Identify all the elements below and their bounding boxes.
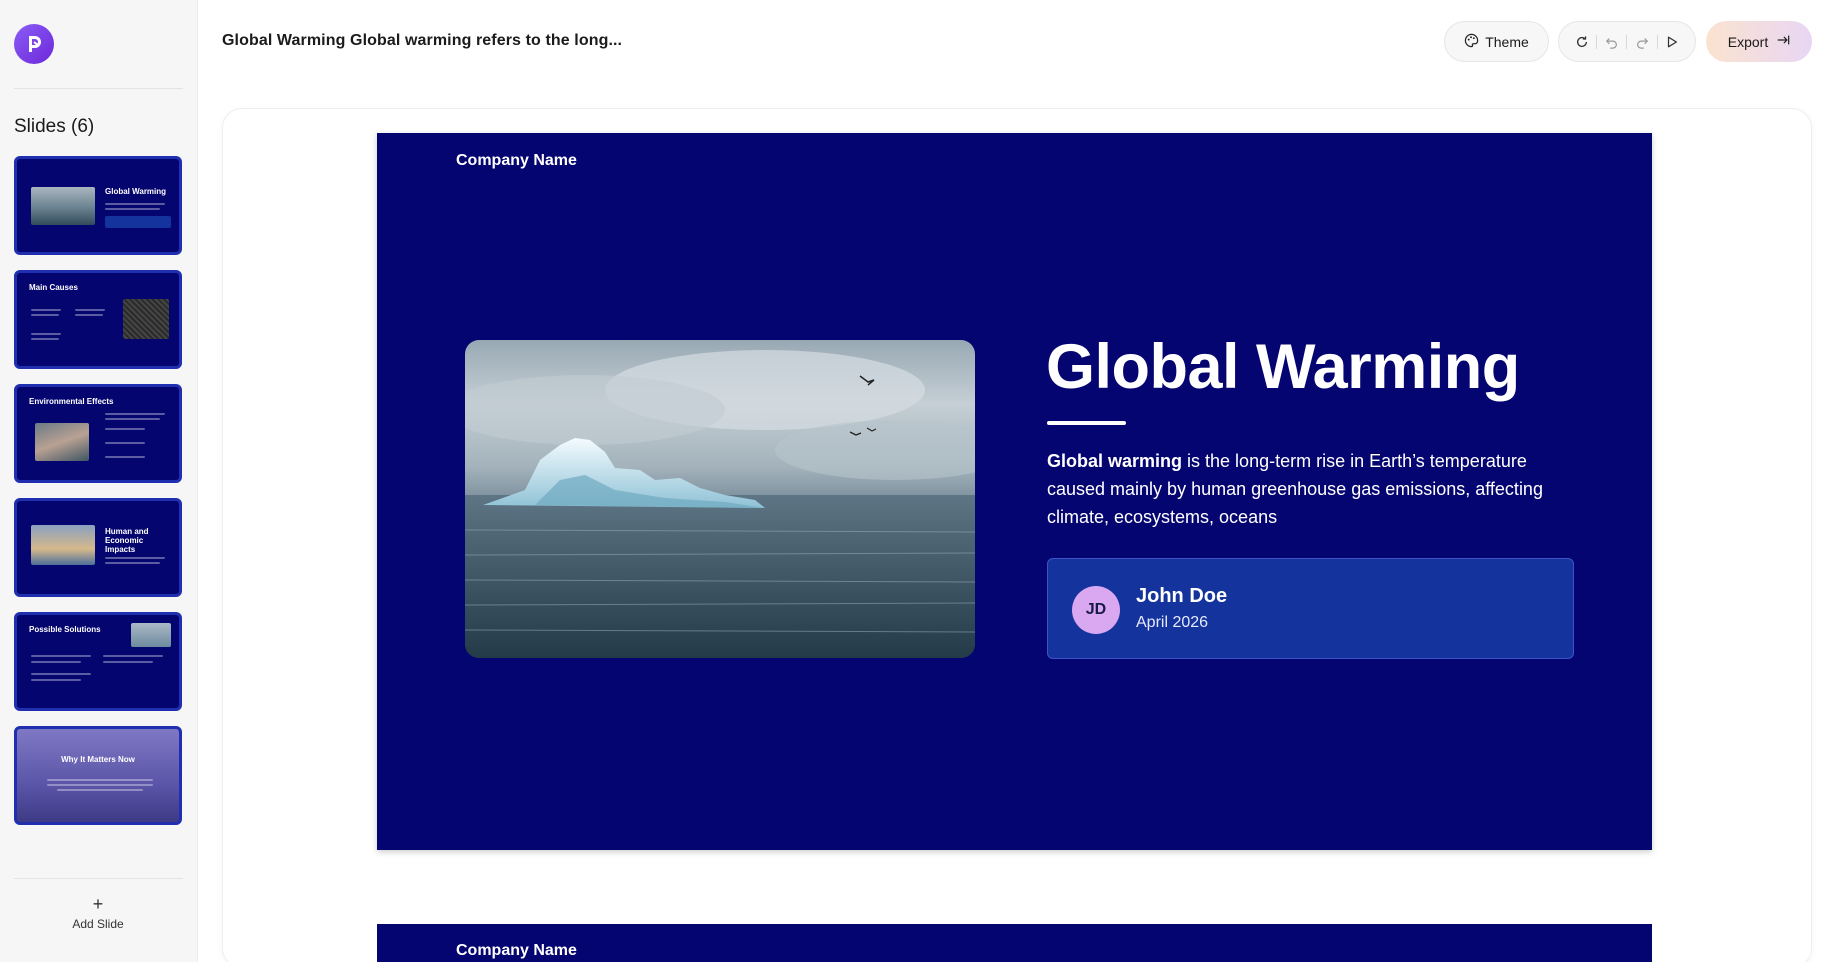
author-card[interactable]: JD John Doe April 2026 <box>1047 558 1574 659</box>
toolbar-separator <box>1596 34 1598 49</box>
slide-thumbnail-4[interactable]: Human and Economic Impacts <box>14 498 182 597</box>
thumbnail-image <box>31 525 95 565</box>
export-button[interactable]: Export <box>1706 21 1812 62</box>
add-slide-label: Add Slide <box>72 917 124 931</box>
thumbnail-title: Human and Economic Impacts <box>105 527 149 554</box>
sidebar: Slides (6) Global Warming Main Causes En… <box>0 0 198 962</box>
slide-thumbnail-5[interactable]: Possible Solutions <box>14 612 182 711</box>
slide-description[interactable]: Global warming is the long-term rise in … <box>1047 447 1567 531</box>
company-name[interactable]: Company Name <box>456 942 577 960</box>
thumbnail-card <box>105 216 171 228</box>
slide-1[interactable]: Company Name Global Warming Global warmi… <box>377 133 1652 850</box>
slide-thumbnail-2[interactable]: Main Causes <box>14 270 182 369</box>
thumbnail-image <box>31 187 95 225</box>
slides-heading: Slides (6) <box>14 116 95 137</box>
avatar: JD <box>1072 586 1120 634</box>
title-underline <box>1047 421 1126 425</box>
slide-title[interactable]: Global Warming <box>1046 331 1520 403</box>
thumbnail-image <box>123 299 169 339</box>
refresh-icon[interactable] <box>1571 31 1593 53</box>
export-label: Export <box>1727 33 1769 50</box>
add-slide-button[interactable]: + Add Slide <box>14 895 182 931</box>
description-bold: Global warming <box>1047 451 1183 471</box>
brand-logo-icon[interactable] <box>14 24 54 64</box>
thumbnail-title: Environmental Effects <box>29 397 114 406</box>
sidebar-divider <box>14 88 183 89</box>
slide-thumbnail-3[interactable]: Environmental Effects <box>14 384 182 483</box>
thumbnail-title: Possible Solutions <box>29 625 101 634</box>
slide-thumbnail-1[interactable]: Global Warming <box>14 156 182 255</box>
plus-icon: + <box>92 894 104 914</box>
thumbnail-image <box>35 423 89 461</box>
slide-thumbnail-6[interactable]: Why It Matters Now <box>14 726 182 825</box>
toolbar-separator <box>1626 34 1628 49</box>
thumbnail-title: Main Causes <box>29 283 78 292</box>
history-toolbar <box>1558 21 1696 62</box>
palette-icon <box>1464 33 1479 51</box>
redo-icon[interactable] <box>1631 31 1653 53</box>
thumbnail-title: Global Warming <box>105 187 167 196</box>
toolbar-separator <box>1656 34 1658 49</box>
theme-label: Theme <box>1485 33 1529 50</box>
sidebar-divider <box>14 878 183 879</box>
slide-image[interactable] <box>465 340 975 658</box>
document-title[interactable]: Global Warming Global warming refers to … <box>222 32 622 50</box>
iceberg-illustration <box>465 350 975 658</box>
export-arrow-icon <box>1776 33 1790 50</box>
company-name[interactable]: Company Name <box>456 152 577 170</box>
author-name[interactable]: John Doe <box>1136 585 1227 608</box>
thumbnail-title: Why It Matters Now <box>61 755 135 764</box>
slide-2[interactable]: Company Name <box>377 924 1652 962</box>
undo-icon[interactable] <box>1601 31 1623 53</box>
thumbnail-image <box>131 623 171 647</box>
play-icon[interactable] <box>1661 31 1683 53</box>
author-date[interactable]: April 2026 <box>1136 614 1208 632</box>
theme-button[interactable]: Theme <box>1444 21 1549 62</box>
